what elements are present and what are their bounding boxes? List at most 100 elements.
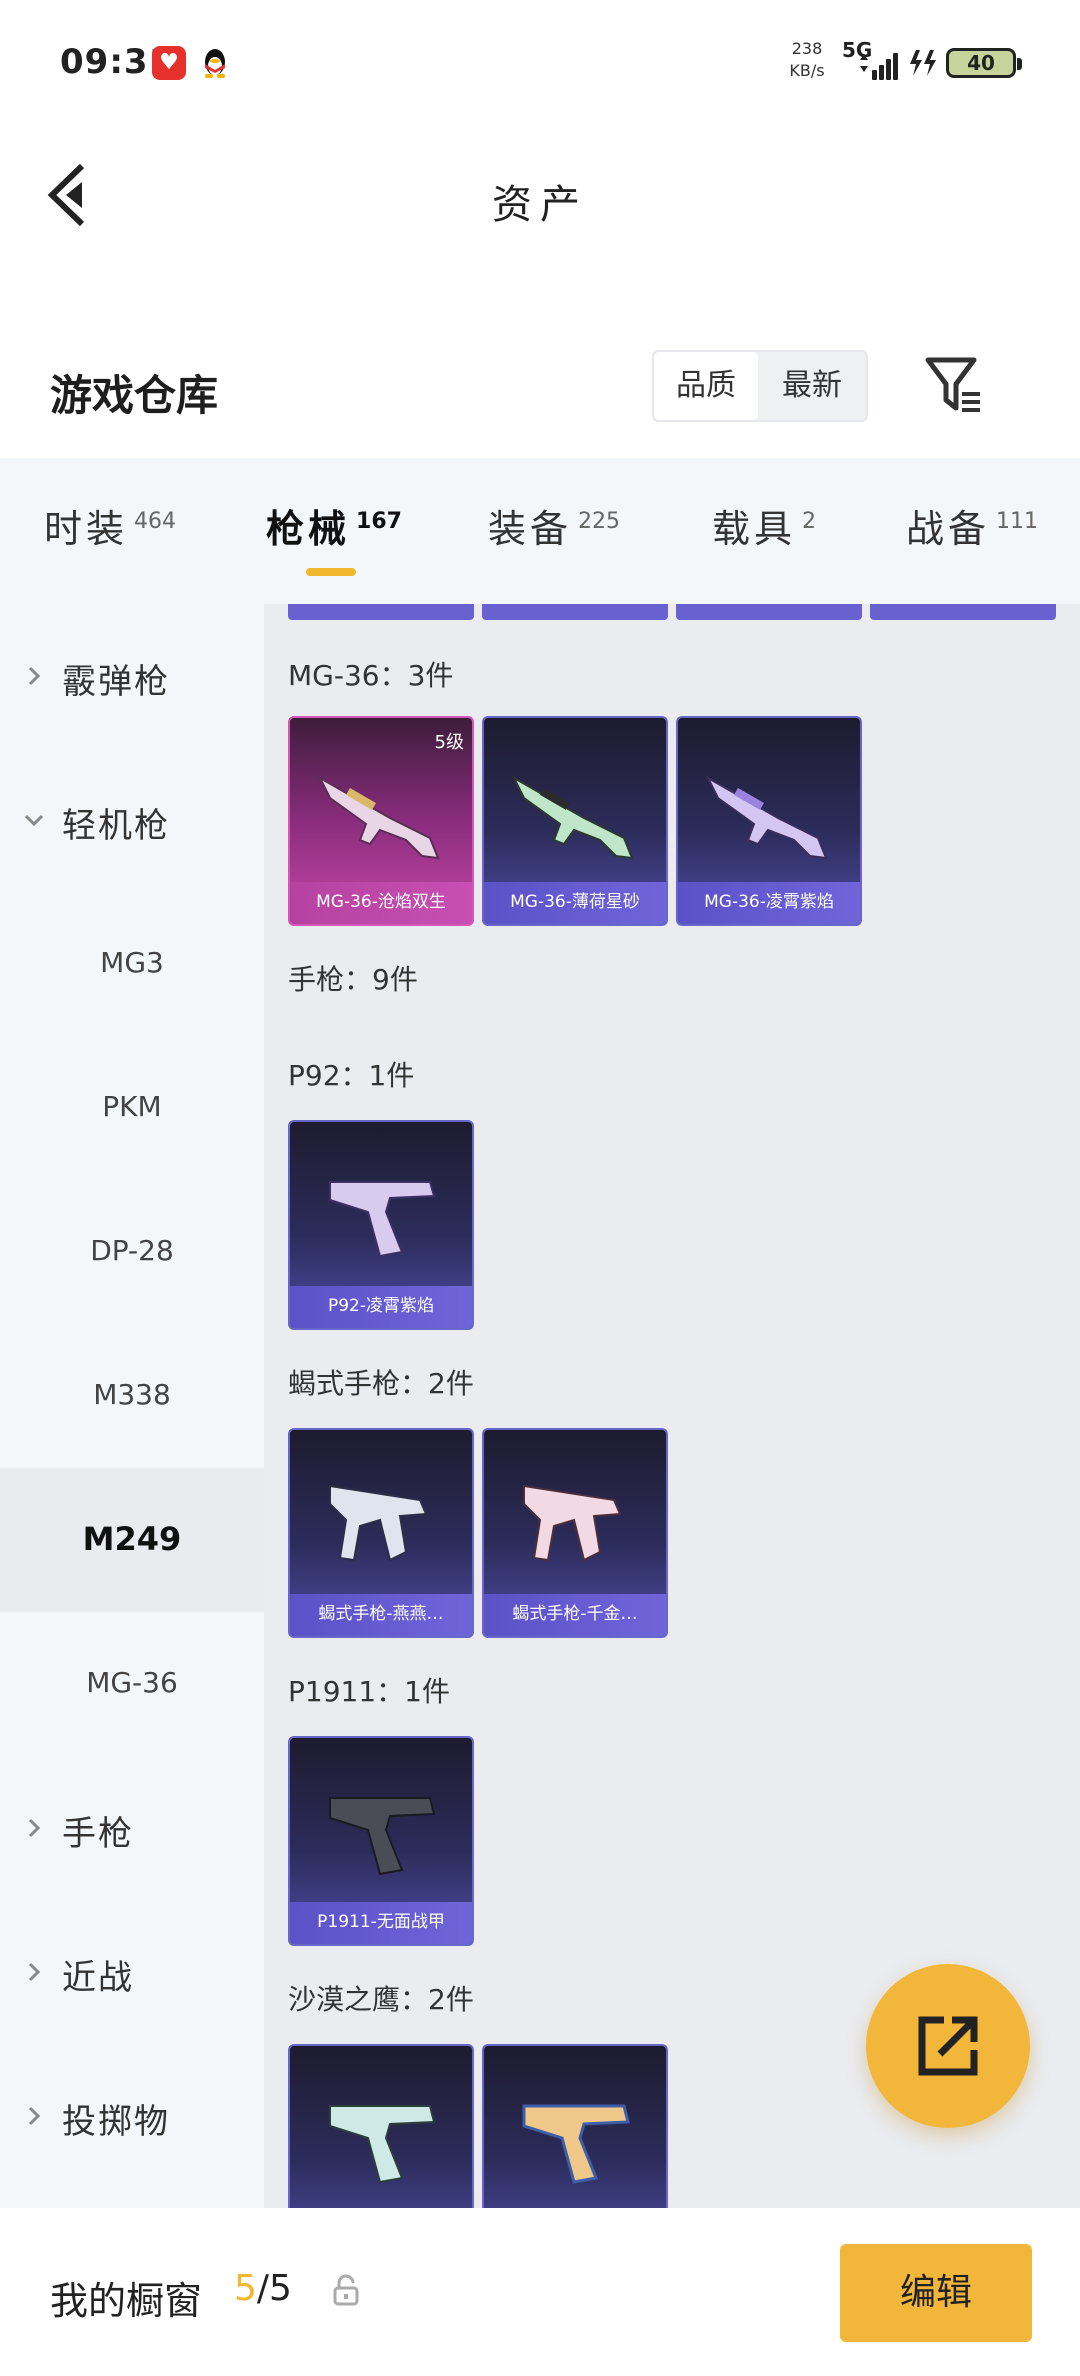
warehouse-title: 游戏仓库 xyxy=(50,371,219,420)
card-partial[interactable] xyxy=(870,604,1056,620)
item-card[interactable] xyxy=(288,2044,474,2208)
item-card[interactable]: MG-36-薄荷星砂 xyxy=(482,716,668,926)
group-title: P1911：1件 xyxy=(288,1675,450,1708)
tab-vehicles[interactable]: 载具 2 xyxy=(712,498,816,558)
sidebar-item-pkm[interactable]: PKM xyxy=(0,1036,264,1180)
sidebar-item-label: 霰弹枪 xyxy=(62,662,170,702)
sidebar-item-mg36[interactable]: MG-36 xyxy=(0,1612,264,1756)
showcase-total: 5 xyxy=(269,2268,292,2309)
category-tabs: 时装 464 枪械 167 装备 225 载具 2 战备 111 xyxy=(0,458,1080,604)
sidebar-item-melee[interactable]: 近战 xyxy=(0,1900,264,2044)
smg-icon xyxy=(329,1484,428,1562)
tab-label: 枪械 xyxy=(266,507,351,551)
item-card[interactable]: P1911-无面战甲 xyxy=(288,1736,474,1946)
sidebar-item-label: 近战 xyxy=(62,1958,134,1998)
rifle-icon xyxy=(511,775,634,860)
chevron-right-icon xyxy=(28,1962,41,1982)
tab-count: 464 xyxy=(134,509,177,534)
chevron-down-icon xyxy=(24,814,44,827)
group-title: 沙漠之鹰：2件 xyxy=(288,1983,474,2016)
tab-firearms[interactable]: 枪械 167 xyxy=(266,498,402,558)
tab-label: 战备 xyxy=(906,507,991,551)
showcase-current: 5 xyxy=(234,2268,257,2309)
item-card[interactable]: 蝎式手枪-千金… xyxy=(482,1428,668,1638)
sort-toggle: 品质 最新 xyxy=(652,350,868,422)
item-name: 蝎式手枪-千金… xyxy=(484,1594,666,1636)
showcase-count: 5/5 xyxy=(234,2268,292,2309)
sidebar-item-shotgun[interactable]: 霰弹枪 xyxy=(0,604,264,748)
network-speed-unit: KB/s xyxy=(789,61,825,80)
sidebar-item-lmg[interactable]: 轻机枪 xyxy=(0,748,264,892)
lock-icon xyxy=(333,2274,359,2306)
tab-count: 111 xyxy=(996,509,1039,534)
bottom-bar: 我的橱窗 5/5 编辑 xyxy=(0,2208,1080,2376)
group-title: 蝎式手枪：2件 xyxy=(288,1367,474,1400)
tab-count: 167 xyxy=(356,509,402,534)
pistol-icon xyxy=(329,2105,436,2184)
sidebar-item-m249[interactable]: M249 xyxy=(0,1468,264,1612)
network-speed: 238 KB/s xyxy=(786,38,828,82)
sidebar-item-throwables[interactable]: 投掷物 xyxy=(0,2044,264,2188)
card-partial[interactable] xyxy=(482,604,668,620)
chevron-right-icon xyxy=(28,2106,41,2126)
smg-icon xyxy=(523,1484,622,1562)
sidebar-item-pistol[interactable]: 手枪 xyxy=(0,1756,264,1900)
share-external-icon xyxy=(918,2016,978,2076)
tab-count: 225 xyxy=(578,509,621,534)
item-card[interactable]: 5级 MG-36-沧焰双生 xyxy=(288,716,474,926)
pistol-icon xyxy=(329,1181,436,1258)
card-partial[interactable] xyxy=(288,604,474,620)
edit-button[interactable]: 编辑 xyxy=(840,2244,1032,2342)
item-card[interactable] xyxy=(482,2044,668,2208)
sidebar-item-label: 投掷物 xyxy=(62,2102,170,2142)
tab-supplies[interactable]: 战备 111 xyxy=(906,498,1038,558)
signal-icon xyxy=(860,53,898,80)
item-name: 蝎式手枪-燕燕… xyxy=(290,1594,472,1636)
item-name: MG-36-沧焰双生 xyxy=(290,882,472,924)
item-card[interactable]: P92-凌霄紫焰 xyxy=(288,1120,474,1330)
showcase-separator: / xyxy=(256,2268,270,2309)
card-partial[interactable] xyxy=(676,604,862,620)
item-card[interactable]: MG-36-凌霄紫焰 xyxy=(676,716,862,926)
active-tab-indicator xyxy=(306,568,356,576)
item-level-badge: 5级 xyxy=(434,732,464,753)
app-notification-icon: ♥ xyxy=(152,46,186,80)
page-title: 资产 xyxy=(492,182,588,228)
filter-icon[interactable] xyxy=(924,356,984,414)
sidebar-item-label: M249 xyxy=(82,1520,182,1558)
chevron-right-icon xyxy=(28,666,41,686)
sort-latest-option[interactable]: 最新 xyxy=(760,352,864,420)
tab-count: 2 xyxy=(802,509,817,534)
sidebar-item-dp28[interactable]: DP-28 xyxy=(0,1180,264,1324)
tab-fashion[interactable]: 时装 464 xyxy=(44,498,176,558)
item-name: MG-36-薄荷星砂 xyxy=(484,882,666,924)
group-title: P92：1件 xyxy=(288,1059,415,1092)
tab-equipment[interactable]: 装备 225 xyxy=(488,498,620,558)
sidebar-item-label: 手枪 xyxy=(62,1814,134,1854)
sidebar-item-mg3[interactable]: MG3 xyxy=(0,892,264,1036)
pistol-icon xyxy=(329,1797,436,1876)
sidebar-item-label: PKM xyxy=(102,1090,162,1123)
rifle-icon xyxy=(317,775,440,860)
chevron-right-icon xyxy=(28,1818,41,1838)
sidebar-item-label: MG3 xyxy=(100,946,164,979)
sidebar: 霰弹枪 轻机枪 MG3 PKM DP-28 M338 M249 MG-36 手枪… xyxy=(0,604,264,2208)
sidebar-item-m338[interactable]: M338 xyxy=(0,1324,264,1468)
showcase-label: 我的橱窗 xyxy=(50,2279,203,2323)
sidebar-item-label: MG-36 xyxy=(86,1666,178,1699)
group-title: MG-36：3件 xyxy=(288,659,454,692)
rifle-icon xyxy=(705,775,828,860)
network-speed-value: 238 xyxy=(791,39,823,58)
tab-label: 装备 xyxy=(488,507,573,551)
charging-icon xyxy=(910,50,936,76)
tab-label: 时装 xyxy=(44,507,129,551)
sidebar-item-label: M338 xyxy=(93,1378,171,1411)
pistol-icon xyxy=(522,2104,630,2184)
status-bar: 09:31 ♥ 238 KB/s 5G 40 xyxy=(0,0,1080,130)
item-card[interactable]: 蝎式手枪-燕燕… xyxy=(288,1428,474,1638)
qq-penguin-icon xyxy=(205,49,225,78)
share-button[interactable] xyxy=(866,1964,1030,2128)
sidebar-item-label: 轻机枪 xyxy=(62,806,170,846)
item-name: MG-36-凌霄紫焰 xyxy=(678,882,860,924)
sort-quality-option[interactable]: 品质 xyxy=(654,352,758,420)
